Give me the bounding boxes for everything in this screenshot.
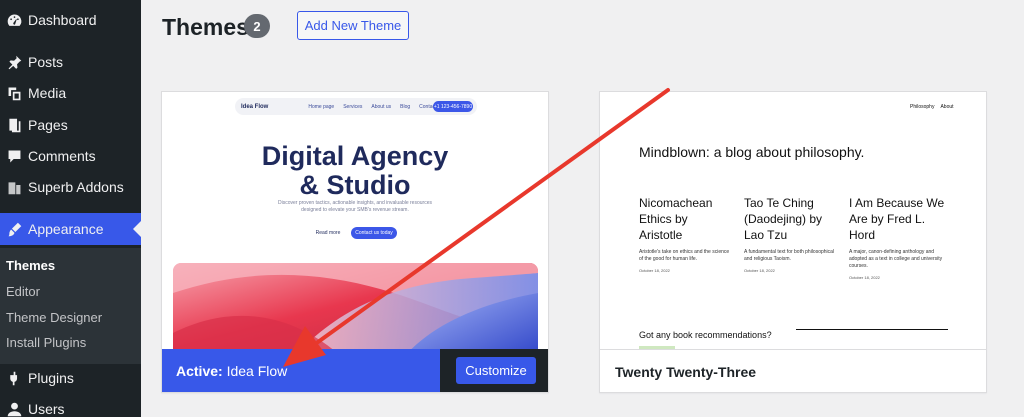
active-theme-name: Idea Flow bbox=[226, 363, 288, 379]
preview-post-title: Nicomachean Ethics by Aristotle bbox=[639, 196, 713, 242]
submenu-item-theme-designer[interactable]: Theme Designer bbox=[6, 310, 102, 325]
theme-card-twenty-twenty-three[interactable]: Philosophy About Mindblown: a blog about… bbox=[599, 91, 987, 393]
comment-icon bbox=[4, 146, 24, 166]
submenu-item-install-plugins[interactable]: Install Plugins bbox=[6, 335, 86, 350]
dashboard-icon bbox=[4, 10, 24, 30]
preview-post-date: October 18, 2022 bbox=[849, 275, 880, 280]
theme-screenshot[interactable]: Idea Flow Home page Services About us Bl… bbox=[162, 92, 548, 349]
theme-screenshot[interactable]: Philosophy About Mindblown: a blog about… bbox=[600, 92, 986, 349]
theme-actions: Twenty Twenty-Three bbox=[600, 349, 986, 392]
sidebar-item-superb-addons[interactable]: Superb Addons bbox=[0, 173, 141, 201]
appearance-submenu: Themes Editor Theme Designer Install Plu… bbox=[0, 248, 141, 364]
sidebar-item-label: Dashboard bbox=[28, 12, 97, 28]
submenu-item-editor[interactable]: Editor bbox=[6, 284, 40, 299]
sidebar-item-users[interactable]: Users bbox=[0, 395, 141, 417]
preview-post: Tao Te Ching (Daodejing) by Lao Tzu A fu… bbox=[744, 195, 836, 273]
page-title: Themes bbox=[162, 14, 249, 40]
active-theme-banner: Active: Idea Flow bbox=[162, 349, 440, 392]
preview-logo: Idea Flow bbox=[241, 103, 269, 110]
preview-post: I Am Because We Are by Fred L. Hord A ma… bbox=[849, 195, 949, 280]
submenu-item-themes[interactable]: Themes bbox=[6, 258, 55, 273]
preview-nav-link: About bbox=[940, 104, 954, 110]
sidebar-item-posts[interactable]: Posts bbox=[0, 48, 141, 76]
preview-divider bbox=[796, 329, 948, 330]
preview-post-title: I Am Because We Are by Fred L. Hord bbox=[849, 196, 945, 242]
preview-hero-line: Digital Agency bbox=[261, 141, 449, 171]
preview-read-more: Read more bbox=[315, 230, 341, 236]
plug-icon bbox=[4, 368, 24, 388]
preview-hero-subtitle: Discover proven tactics, actionable insi… bbox=[278, 200, 432, 213]
pin-icon bbox=[4, 52, 24, 72]
preview-nav-link: Services bbox=[343, 103, 363, 110]
theme-actions: Active: Idea Flow Customize bbox=[162, 349, 548, 392]
sidebar-item-comments[interactable]: Comments bbox=[0, 142, 141, 170]
preview-hero-line: & Studio bbox=[299, 170, 411, 200]
preview-post-excerpt: A major, canon-defining anthology and ad… bbox=[849, 249, 943, 269]
brush-icon bbox=[4, 219, 24, 239]
customize-button[interactable]: Customize bbox=[456, 357, 536, 384]
preview-post: Nicomachean Ethics by Aristotle Aristotl… bbox=[639, 195, 731, 273]
preview-nav-link: About us bbox=[371, 103, 392, 110]
user-icon bbox=[4, 399, 24, 417]
active-prefix: Active: bbox=[176, 363, 223, 379]
preview-abstract-image bbox=[173, 263, 538, 349]
sidebar-item-label: Users bbox=[28, 401, 65, 417]
preview-phone: +1 123-456-7890 bbox=[433, 101, 473, 112]
sidebar-item-media[interactable]: Media bbox=[0, 79, 141, 107]
theme-card-idea-flow[interactable]: Idea Flow Home page Services About us Bl… bbox=[161, 91, 549, 393]
preview-blog-title: Mindblown: a blog about philosophy. bbox=[639, 144, 865, 160]
preview-post-excerpt: A fundamental text for both philosophica… bbox=[744, 249, 835, 262]
theme-count-badge: 2 bbox=[244, 14, 270, 38]
preview-nav-link: Philosophy bbox=[910, 104, 935, 110]
preview-nav-link: Home page bbox=[308, 103, 335, 110]
sidebar-item-label: Plugins bbox=[28, 370, 74, 386]
sidebar-item-appearance[interactable]: Appearance bbox=[0, 213, 141, 245]
preview-contact: Contact us today bbox=[351, 227, 397, 239]
active-theme-label: Active: Idea Flow bbox=[176, 363, 287, 379]
admin-sidebar: Dashboard Posts Media Pages Comments Sup… bbox=[0, 0, 141, 417]
sidebar-item-label: Appearance bbox=[28, 221, 104, 237]
preview-nav: Idea Flow Home page Services About us Bl… bbox=[235, 98, 477, 115]
sidebar-item-label: Posts bbox=[28, 54, 64, 70]
sidebar-item-plugins[interactable]: Plugins bbox=[0, 364, 141, 392]
addons-icon bbox=[4, 177, 24, 197]
preview-recommend-text: Got any book recommendations? bbox=[639, 330, 772, 340]
sidebar-item-label: Superb Addons bbox=[28, 179, 124, 195]
pages-icon bbox=[4, 115, 24, 135]
preview-nav-links: Home page Services About us Blog Contact bbox=[308, 104, 436, 110]
sidebar-item-dashboard[interactable]: Dashboard bbox=[0, 6, 141, 34]
media-icon bbox=[4, 83, 24, 103]
preview-post-excerpt: Aristotle's take on ethics and the scien… bbox=[639, 249, 730, 262]
preview-post-title: Tao Te Ching (Daodejing) by Lao Tzu bbox=[744, 196, 823, 242]
sidebar-item-label: Media bbox=[28, 85, 67, 101]
preview-nav-link: Blog bbox=[400, 103, 411, 110]
preview-post-date: October 18, 2022 bbox=[639, 268, 670, 273]
theme-name: Twenty Twenty-Three bbox=[615, 364, 757, 380]
sidebar-item-label: Pages bbox=[28, 117, 68, 133]
sidebar-item-label: Comments bbox=[28, 148, 96, 164]
preview-nav: Philosophy About bbox=[910, 104, 954, 110]
preview-hero-title: Digital Agency & Studio bbox=[162, 142, 548, 200]
sidebar-item-pages[interactable]: Pages bbox=[0, 111, 141, 139]
preview-post-date: October 18, 2022 bbox=[744, 268, 775, 273]
add-new-theme-button[interactable]: Add New Theme bbox=[297, 11, 409, 40]
